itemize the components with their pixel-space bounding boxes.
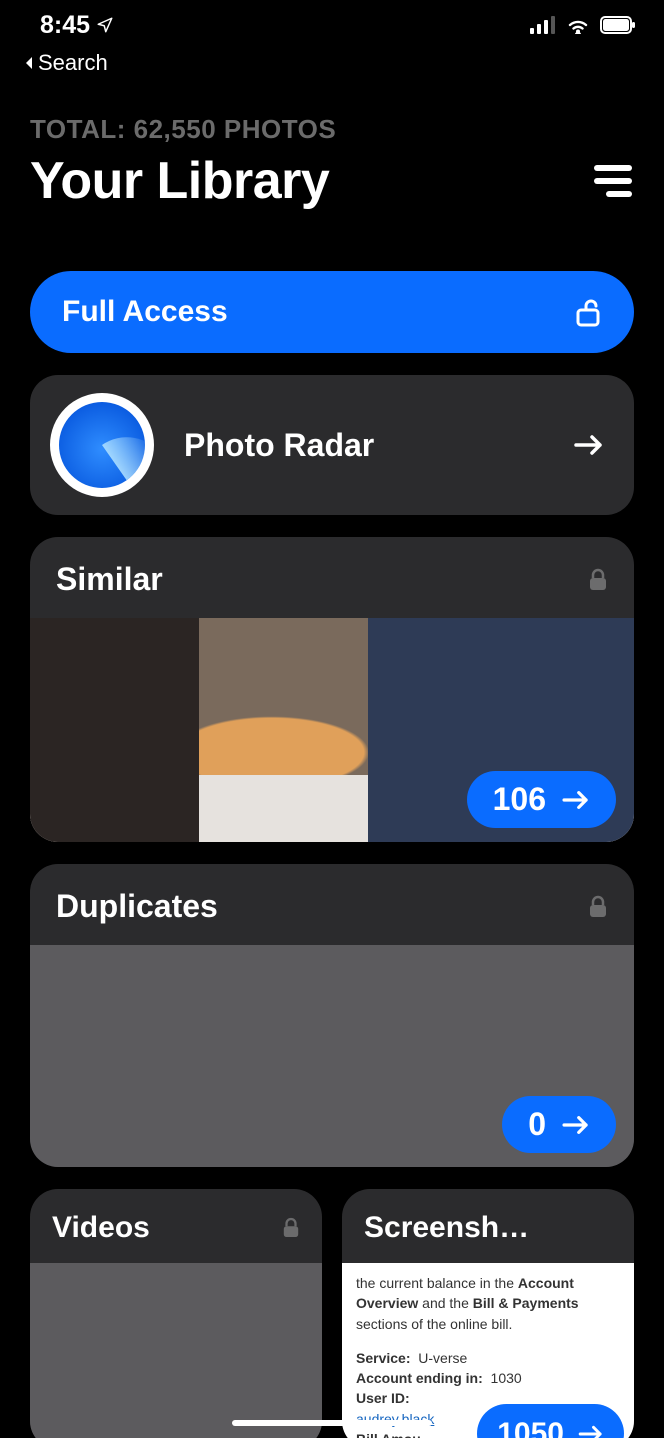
scr-text: 1030 [491, 1370, 522, 1386]
videos-title: Videos [52, 1211, 150, 1245]
arrow-right-icon [562, 1114, 590, 1136]
lock-icon [282, 1217, 300, 1239]
page-title: Your Library [30, 151, 329, 211]
scr-text: Bill & Payments [473, 1295, 579, 1311]
scr-text: User ID: [356, 1390, 410, 1406]
duplicates-card[interactable]: Duplicates 0 [30, 864, 634, 1167]
location-icon [96, 16, 114, 34]
photo-radar-label: Photo Radar [184, 427, 544, 464]
scr-text: Service: [356, 1350, 410, 1366]
lock-icon [588, 568, 608, 592]
screenshots-title: Screensh… [364, 1211, 529, 1245]
lock-icon [588, 895, 608, 919]
total-suffix: PHOTOS [224, 114, 336, 144]
menu-button[interactable] [586, 157, 634, 205]
total-line: TOTAL: 62,550 PHOTOS [30, 114, 634, 145]
duplicates-preview: 0 [30, 945, 634, 1167]
cellular-icon [530, 16, 556, 34]
status-time: 8:45 [40, 11, 90, 40]
scr-text: and the [418, 1295, 473, 1311]
screenshots-count-button[interactable]: 1050 [477, 1404, 624, 1438]
scr-text: the current balance in the [356, 1275, 518, 1291]
full-access-button[interactable]: Full Access [30, 271, 634, 353]
screenshots-count: 1050 [497, 1412, 564, 1438]
similar-card[interactable]: Similar 106 [30, 537, 634, 842]
caret-left-icon [22, 55, 36, 71]
page-header: TOTAL: 62,550 PHOTOS Your Library [0, 82, 664, 211]
screenshots-card[interactable]: Screensh… the current balance in the Acc… [342, 1189, 634, 1438]
unlock-icon [576, 297, 602, 327]
arrow-right-icon [578, 1424, 604, 1438]
similar-preview: 106 [30, 618, 634, 842]
screenshots-preview: the current balance in the Account Overv… [342, 1263, 634, 1438]
arrow-right-icon [574, 433, 604, 457]
duplicates-title: Duplicates [56, 888, 218, 925]
back-to-search[interactable]: Search [0, 50, 664, 82]
scr-text: Account ending in: [356, 1370, 483, 1386]
total-prefix: TOTAL: [30, 114, 126, 144]
radar-icon [50, 393, 154, 497]
videos-card[interactable]: Videos [30, 1189, 322, 1438]
home-indicator[interactable] [232, 1420, 432, 1426]
full-access-label: Full Access [62, 295, 228, 329]
arrow-right-icon [562, 789, 590, 811]
similar-count: 106 [493, 781, 546, 818]
battery-icon [600, 16, 636, 34]
videos-preview [30, 1263, 322, 1438]
status-bar: 8:45 [0, 0, 664, 50]
bottom-row: Videos Screensh… the current balance in … [30, 1189, 634, 1438]
back-label: Search [38, 50, 108, 76]
wifi-icon [566, 16, 590, 34]
scr-text: Bill Amou [356, 1431, 421, 1438]
duplicates-count-button[interactable]: 0 [502, 1096, 616, 1153]
total-count: 62,550 [134, 114, 217, 144]
similar-count-button[interactable]: 106 [467, 771, 616, 828]
duplicates-count: 0 [528, 1106, 546, 1143]
scr-text: sections of the online bill. [356, 1316, 512, 1332]
similar-title: Similar [56, 561, 163, 598]
photo-radar-card[interactable]: Photo Radar [30, 375, 634, 515]
scr-text: U-verse [418, 1350, 467, 1366]
